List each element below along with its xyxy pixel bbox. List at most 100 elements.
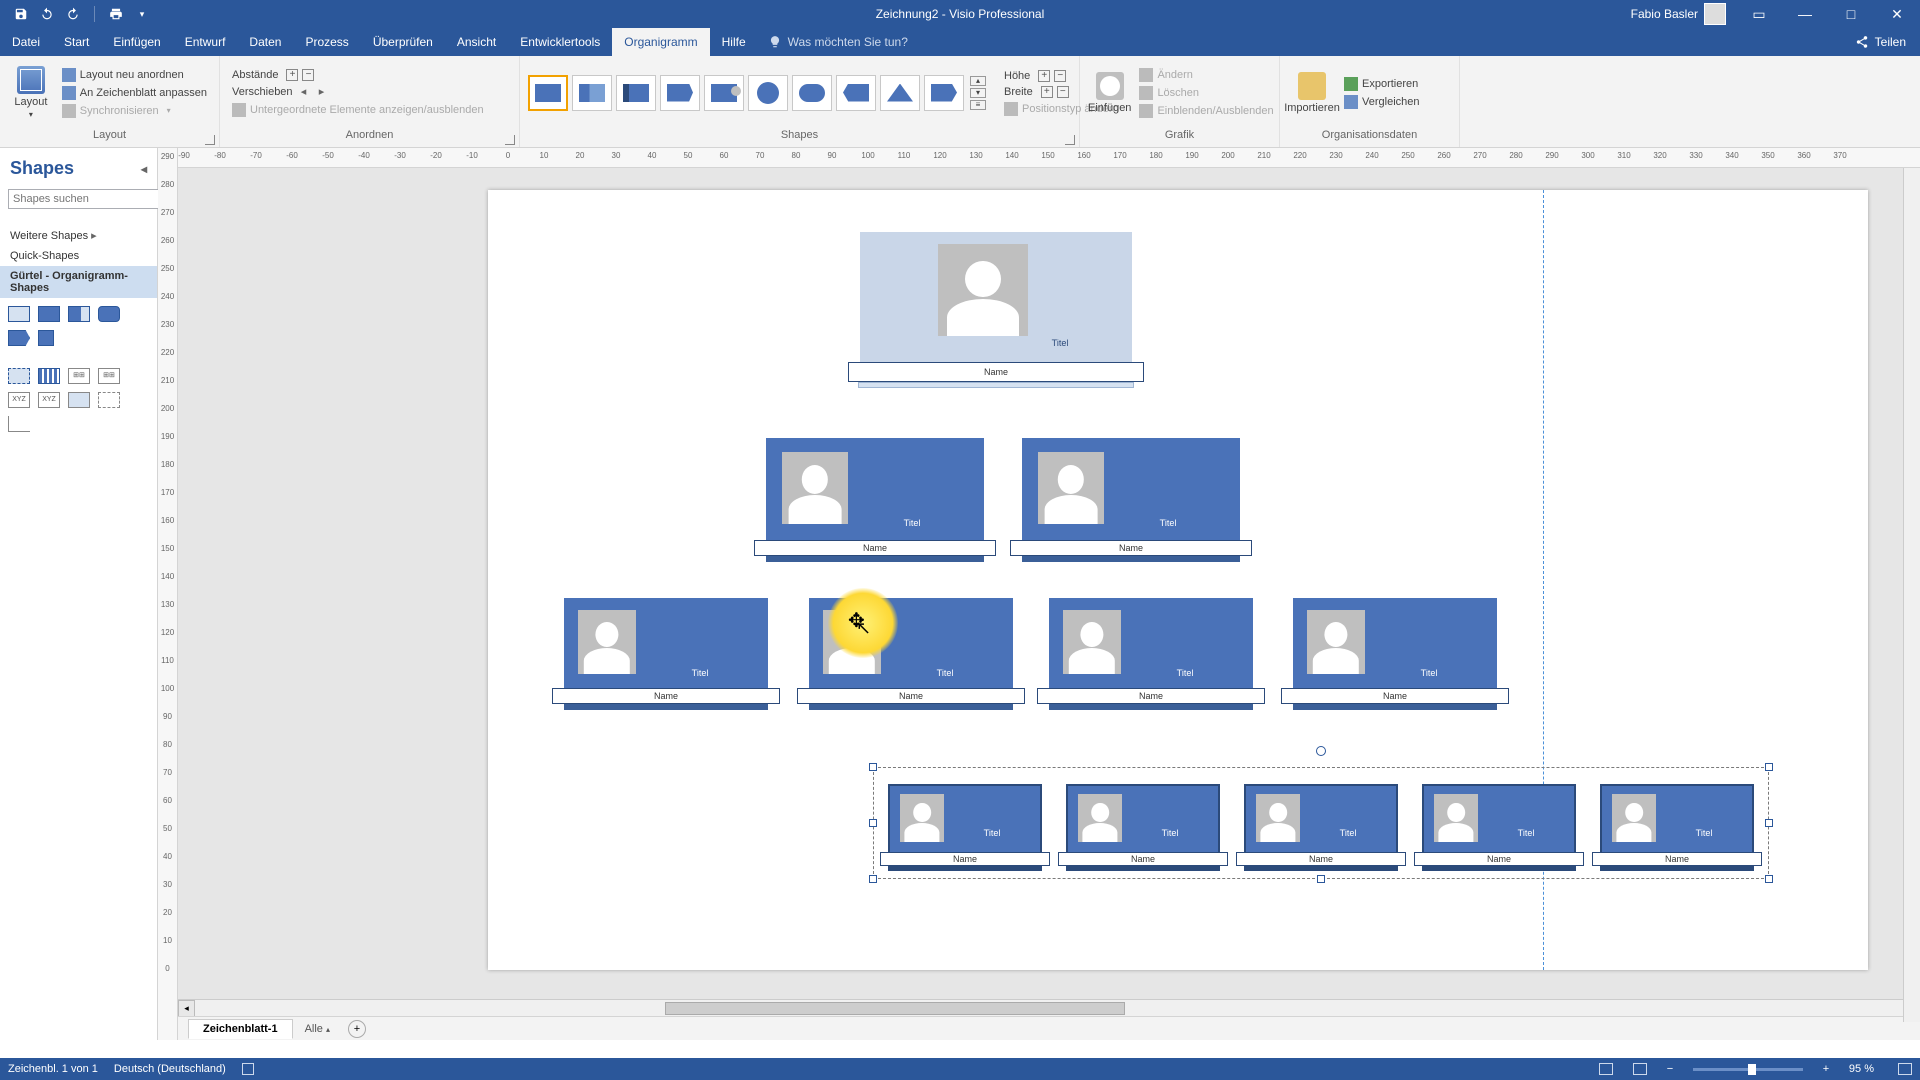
ribbon-tab-organigramm[interactable]: Organigramm: [612, 28, 709, 56]
org-card[interactable]: Titel: [1293, 598, 1497, 694]
scroll-track[interactable]: [195, 1000, 1903, 1017]
close-icon[interactable]: ✕: [1874, 0, 1920, 28]
sel-handle[interactable]: [1765, 819, 1773, 827]
sel-handle[interactable]: [1765, 875, 1773, 883]
sheet-tab[interactable]: Zeichenblatt-1: [188, 1019, 293, 1039]
status-language[interactable]: Deutsch (Deutschland): [114, 1063, 226, 1075]
sel-handle[interactable]: [1765, 763, 1773, 771]
shapes-category[interactable]: Gürtel - Organigramm-Shapes: [0, 266, 157, 298]
drawing-page[interactable]: Titel Name Titel Name Titel Name: [488, 190, 1868, 970]
shape-search-input[interactable]: [8, 189, 159, 209]
ribbon-tab-datei[interactable]: Datei: [0, 28, 52, 56]
zoom-level[interactable]: 95 %: [1849, 1063, 1874, 1075]
normal-view-icon[interactable]: [1633, 1063, 1647, 1075]
tell-me[interactable]: Was möchten Sie tun?: [758, 28, 918, 56]
ribbon-tab-entwicklertools[interactable]: Entwicklertools: [508, 28, 612, 56]
move-control[interactable]: Verschieben ◂ ▸: [228, 84, 511, 100]
sel-handle[interactable]: [869, 875, 877, 883]
stencil-shape[interactable]: [68, 392, 90, 408]
stencil-shape[interactable]: [8, 306, 30, 322]
ribbon-tab-prozess[interactable]: Prozess: [293, 28, 360, 56]
spacing-control[interactable]: Abstände +−: [228, 68, 511, 82]
shape-search[interactable]: ▾ →: [8, 189, 149, 209]
zoom-knob[interactable]: [1748, 1064, 1756, 1075]
zoom-slider[interactable]: [1693, 1068, 1803, 1071]
undo-icon[interactable]: [38, 5, 56, 23]
h-scrollbar[interactable]: ◂ ▸: [178, 999, 1920, 1016]
scroll-thumb[interactable]: [665, 1002, 1125, 1015]
sel-handle[interactable]: [869, 819, 877, 827]
ribbon-tab-einfügen[interactable]: Einfügen: [101, 28, 172, 56]
stencil-shape[interactable]: [98, 306, 120, 322]
collapse-pane-icon[interactable]: ◂: [141, 162, 147, 176]
stencil-shape[interactable]: XYZ: [38, 392, 60, 408]
presentation-view-icon[interactable]: [1599, 1063, 1613, 1075]
shapes-category[interactable]: Weitere Shapes: [0, 225, 157, 246]
stencil-shape[interactable]: [98, 392, 120, 408]
move-right-icon[interactable]: ▸: [315, 85, 329, 99]
compare-button[interactable]: Vergleichen: [1340, 94, 1424, 110]
org-name-bar[interactable]: Name: [754, 540, 996, 556]
dialog-launcher-icon[interactable]: [205, 135, 215, 145]
print-icon[interactable]: [107, 5, 125, 23]
ribbon-tab-ansicht[interactable]: Ansicht: [445, 28, 508, 56]
org-card-ceo[interactable]: Titel: [860, 232, 1132, 368]
zoom-out-icon[interactable]: −: [1663, 1063, 1677, 1075]
sel-handle[interactable]: [1317, 875, 1325, 883]
stencil-shape[interactable]: ⊞⊞: [98, 368, 120, 384]
shape-style-gallery[interactable]: ▴ ▾ ≡: [528, 75, 986, 111]
import-button[interactable]: Importieren: [1288, 61, 1336, 125]
shapes-category[interactable]: Quick-Shapes: [0, 246, 157, 266]
org-name-bar[interactable]: Name: [1037, 688, 1265, 704]
v-scrollbar[interactable]: [1903, 168, 1920, 1022]
shape-style-8[interactable]: [836, 75, 876, 111]
ribbon-tab-daten[interactable]: Daten: [237, 28, 293, 56]
org-card[interactable]: Titel: [1022, 438, 1240, 546]
dialog-launcher-icon[interactable]: [1065, 135, 1075, 145]
gallery-more-icon[interactable]: ≡: [970, 100, 986, 110]
org-card[interactable]: Titel: [766, 438, 984, 546]
ribbon-tab-überprüfen[interactable]: Überprüfen: [361, 28, 445, 56]
ribbon-options-icon[interactable]: ▭: [1736, 0, 1782, 28]
stencil-shape[interactable]: [38, 368, 60, 384]
macro-record-icon[interactable]: [242, 1063, 254, 1075]
fit-window-icon[interactable]: [1898, 1063, 1912, 1075]
stencil-shape[interactable]: [8, 368, 30, 384]
sel-handle[interactable]: [869, 763, 877, 771]
org-name-bar[interactable]: Name: [797, 688, 1025, 704]
org-name-bar[interactable]: Name: [552, 688, 780, 704]
fit-page-button[interactable]: An Zeichenblatt anpassen: [58, 85, 211, 101]
stencil-shape[interactable]: [8, 330, 30, 346]
shape-style-5[interactable]: [704, 75, 744, 111]
org-card[interactable]: Titel: [564, 598, 768, 694]
export-button[interactable]: Exportieren: [1340, 76, 1424, 92]
shape-style-2[interactable]: [572, 75, 612, 111]
add-page-icon[interactable]: +: [348, 1020, 366, 1038]
save-icon[interactable]: [12, 5, 30, 23]
rotate-handle[interactable]: [1316, 746, 1326, 756]
stencil-shape[interactable]: ⊞⊞: [68, 368, 90, 384]
layout-button[interactable]: Layout ▾: [8, 61, 54, 125]
relayout-button[interactable]: Layout neu anordnen: [58, 67, 211, 83]
all-pages[interactable]: Alle ▴: [295, 1020, 340, 1038]
stencil-shape[interactable]: [8, 416, 30, 432]
gallery-down-icon[interactable]: ▾: [970, 88, 986, 98]
shape-style-10[interactable]: [924, 75, 964, 111]
stencil-shape[interactable]: XYZ: [8, 392, 30, 408]
canvas[interactable]: Titel Name Titel Name Titel Name: [178, 168, 1920, 999]
scroll-left-icon[interactable]: ◂: [178, 1000, 195, 1017]
spacing-minus[interactable]: −: [302, 69, 314, 81]
zoom-in-icon[interactable]: +: [1819, 1063, 1833, 1075]
ribbon-tab-start[interactable]: Start: [52, 28, 101, 56]
ribbon-tab-entwurf[interactable]: Entwurf: [173, 28, 238, 56]
stencil-shape[interactable]: [38, 330, 54, 346]
share-button[interactable]: Teilen: [1841, 28, 1920, 56]
stencil-shape[interactable]: [68, 306, 90, 322]
shape-style-3[interactable]: [616, 75, 656, 111]
ribbon-tab-hilfe[interactable]: Hilfe: [710, 28, 758, 56]
stencil-shape[interactable]: [38, 306, 60, 322]
move-left-icon[interactable]: ◂: [297, 85, 311, 99]
spacing-plus[interactable]: +: [286, 69, 298, 81]
maximize-icon[interactable]: □: [1828, 0, 1874, 28]
org-name-bar[interactable]: Name: [1010, 540, 1252, 556]
